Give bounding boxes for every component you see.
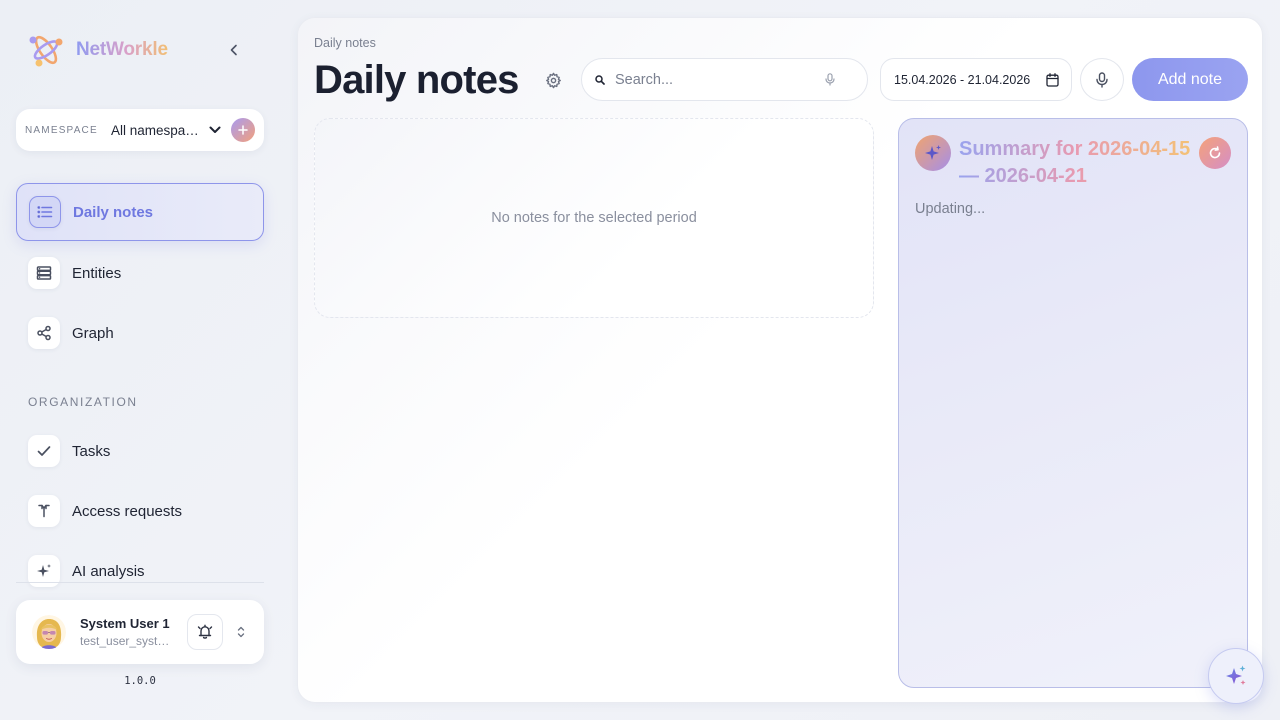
search-icon [595,74,605,85]
namespace-label: NAMESPACE [25,124,98,136]
nav-item-daily-notes[interactable]: Daily notes [16,183,264,241]
summary-status: Updating... [915,201,986,217]
nav-label: Entities [72,264,122,282]
nav-item-tasks[interactable]: Tasks [16,422,264,480]
add-namespace-button[interactable] [231,118,255,142]
empty-message: No notes for the selected period [491,210,697,226]
chevrons-up-down-icon [237,626,245,638]
refresh-summary-button[interactable] [1199,137,1231,169]
user-name: System User 1 [80,616,170,631]
voice-note-button[interactable] [1080,58,1124,101]
notes-empty-state: No notes for the selected period [314,118,874,318]
chevron-left-icon [230,44,237,56]
bell-off-icon [197,624,213,639]
date-range-value: 15.04.2026 - 21.04.2026 [894,72,1031,87]
namespace-selector-card: NAMESPACE All namespaces [16,109,264,151]
nav-item-access-requests[interactable]: Access requests [16,482,264,540]
search-box [581,58,868,101]
ai-assistant-button[interactable] [1208,648,1264,704]
app-version: 1.0.0 [124,675,156,687]
microphone-icon[interactable] [825,73,835,86]
gear-icon [545,72,561,88]
nav-label: Tasks [72,442,111,460]
user-login: test_user_system_1 [80,634,176,648]
sparkles-icon [915,135,951,171]
namespace-select[interactable]: All namespaces [111,123,203,138]
user-info: System User 1 test_user_system_1 [80,616,176,648]
nav-label: Daily notes [73,203,154,221]
nav-label: AI analysis [72,562,145,580]
check-icon [28,435,60,467]
add-note-button[interactable]: Add note [1132,58,1248,101]
nav-label: Graph [72,324,114,342]
avatar [32,615,66,649]
sidebar-divider [16,582,264,583]
nav-item-graph[interactable]: Graph [16,304,264,362]
sparkles-icon [1226,665,1246,685]
user-card[interactable]: System User 1 test_user_system_1 [16,600,264,664]
collapse-sidebar-button[interactable] [222,38,246,62]
networkle-logo-icon [29,35,63,67]
summary-card: Summary for 2026-04-15 — 2026-04-21 Upda… [898,118,1248,688]
share-icon [28,317,60,349]
summary-title: Summary for 2026-04-15 — 2026-04-21 [959,136,1195,190]
brand[interactable]: NetWorkle [26,31,168,69]
nav-item-entities[interactable]: Entities [16,244,264,302]
notifications-button[interactable] [187,614,223,650]
microphone-icon [1096,71,1108,88]
plus-icon [238,125,248,135]
nav-item-ai-analysis[interactable]: AI analysis [16,542,264,600]
search-input[interactable] [615,71,825,88]
user-menu-toggle[interactable] [231,626,251,638]
breadcrumb[interactable]: Daily notes [314,36,376,50]
date-range-picker[interactable]: 15.04.2026 - 21.04.2026 [880,58,1072,101]
calendar-icon [1046,72,1059,87]
nav-label: Access requests [72,502,183,520]
page-title: Daily notes [314,58,519,102]
list-icon [29,196,61,228]
database-icon [28,257,60,289]
settings-button[interactable] [543,70,563,90]
section-title-organization: ORGANIZATION [28,395,138,409]
merge-icon [28,495,60,527]
refresh-icon [1209,146,1221,159]
sidebar: NetWorkle NAMESPACE All namespaces Daily… [0,0,280,720]
main-panel: Daily notes Daily notes 15.04.2026 - 21.… [297,17,1263,703]
brand-name: NetWorkle [76,39,168,60]
chevron-down-icon[interactable] [203,126,227,134]
